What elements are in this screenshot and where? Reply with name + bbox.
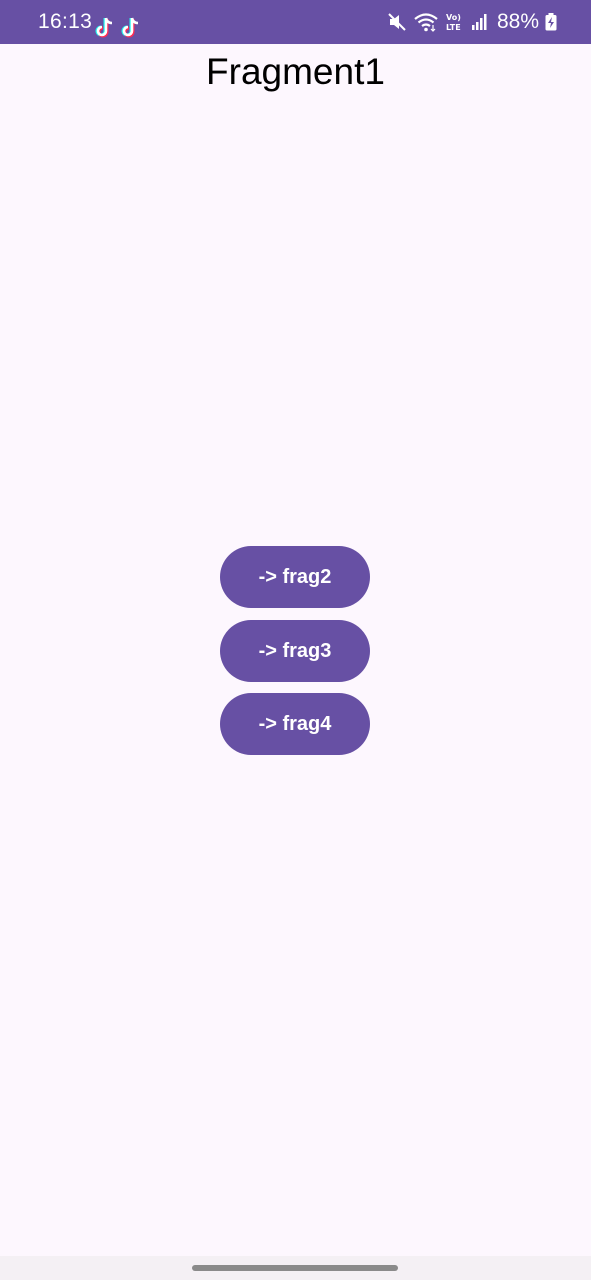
frag2-button[interactable]: -> frag2	[220, 546, 370, 608]
frag4-button[interactable]: -> frag4	[220, 693, 370, 755]
svg-text:Vo): Vo)	[446, 13, 461, 22]
svg-text:LTE: LTE	[446, 23, 461, 32]
page-title: Fragment1	[206, 51, 385, 92]
status-bar: 16:13 Vo) LTE 88%	[0, 0, 591, 44]
tiktok-icon	[121, 17, 141, 39]
signal-icon	[471, 13, 489, 31]
tiktok-icon	[95, 17, 115, 39]
mute-icon	[387, 12, 407, 32]
home-gesture-handle[interactable]	[192, 1265, 398, 1271]
status-icons: Vo) LTE 88%	[387, 9, 557, 35]
battery-charging-icon	[545, 13, 557, 31]
frag3-button[interactable]: -> frag3	[220, 620, 370, 682]
battery-percent: 88%	[496, 10, 539, 33]
volte-icon: Vo) LTE	[445, 11, 465, 33]
status-time: 16:13	[38, 10, 93, 33]
wifi-icon	[413, 11, 439, 33]
navigation-bar	[0, 1256, 591, 1280]
